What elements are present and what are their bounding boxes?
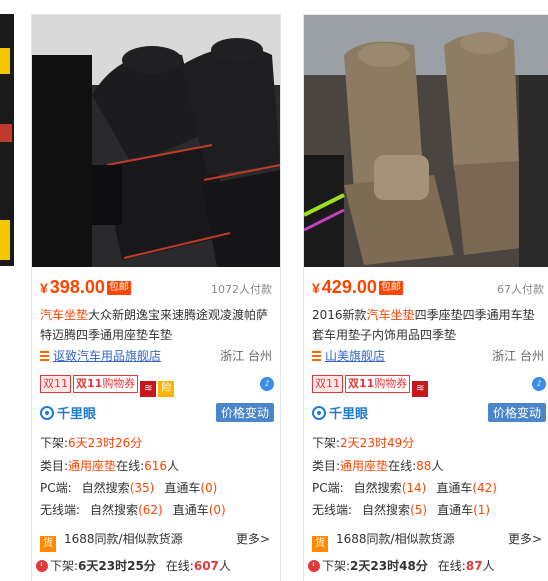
pc-traffic-row: PC端: 自然搜索(14) 直通车(42) [312, 481, 497, 495]
clock-icon [308, 560, 320, 572]
clock-icon [36, 560, 48, 572]
tmall-icon[interactable]: ≋ [140, 381, 157, 397]
info-icon[interactable]: ♪ [260, 377, 274, 391]
free-shipping-badge: 包邮 [378, 281, 403, 295]
insurance-icon[interactable]: 险 [158, 381, 175, 397]
price: ¥398.00 [40, 277, 105, 297]
bottom-status-row: 下架:6天23时25分 在线:607人 [36, 557, 274, 577]
category-row: 类目:通用座垫在线:88人 [312, 459, 444, 473]
badge-row: 双11 双11购物券 ≋ 险 ♪ [40, 375, 274, 397]
similar-source-row: 货 1688同款/相似款货源 更多> [40, 530, 274, 552]
more-link[interactable]: 更多> [508, 530, 542, 547]
similar-source-link[interactable]: 1688同款/相似款货源 [64, 532, 183, 546]
coupon-badge[interactable]: 双11购物券 [73, 375, 139, 393]
category-link[interactable]: 通用座垫 [340, 459, 388, 473]
double11-badge[interactable]: 双11 [40, 375, 71, 393]
pc-traffic-row: PC端: 自然搜索(35) 直通车(0) [40, 481, 218, 495]
qianliyan-label[interactable]: 千里眼 [329, 407, 368, 422]
category-row: 类目:通用座垫在线:616人 [40, 459, 180, 473]
shop-icon [312, 351, 321, 361]
eye-icon [40, 406, 54, 420]
product-image[interactable] [32, 15, 280, 267]
price: ¥429.00 [312, 277, 377, 297]
paid-count: 1072人付款 [211, 283, 272, 296]
category-link[interactable]: 通用座垫 [68, 459, 116, 473]
tmall-icon[interactable]: ≋ [412, 381, 429, 397]
qianliyan-label[interactable]: 千里眼 [57, 407, 96, 422]
shop-row: 讴致汽车用品旗舰店 浙江 台州 [40, 347, 274, 365]
shop-name-link[interactable]: 讴致汽车用品旗舰店 [53, 349, 161, 363]
mobile-traffic-row: 无线端: 自然搜索(5) 直通车(1) [312, 503, 491, 517]
info-icon[interactable]: ♪ [532, 377, 546, 391]
product-card: ¥398.00 包邮 1072人付款 汽车坐垫大众新朗逸宝来速腾途观凌渡帕萨特迈腾… [31, 14, 281, 581]
product-card: ¥429.00 包邮 67人付款 2016新款汽车坐垫四季座垫四季通用车垫套车用垫… [303, 14, 548, 581]
shop-name-link[interactable]: 山美旗舰店 [325, 349, 385, 363]
location: 浙江 台州 [220, 349, 272, 363]
qianliyan-row: 千里眼 价格变动 [312, 403, 546, 425]
goods-icon: 货 [312, 536, 328, 552]
product-title-link[interactable]: 2016新款汽车坐垫四季座垫四季通用车垫套车用垫子内饰用品四季垫 [312, 305, 546, 345]
badge-row: 双11 双11购物券 ≋ ♪ [312, 375, 546, 397]
price-row: ¥398.00 包邮 1072人付款 [40, 277, 274, 301]
more-link[interactable]: 更多> [236, 530, 270, 547]
similar-source-row: 货 1688同款/相似款货源 更多> [312, 530, 546, 552]
edge-decoration [0, 48, 10, 74]
product-title-link[interactable]: 汽车坐垫大众新朗逸宝来速腾途观凌渡帕萨特迈腾四季通用座垫车垫 [40, 305, 274, 345]
similar-source-link[interactable]: 1688同款/相似款货源 [336, 532, 455, 546]
bottom-status-row: 下架:2天23时48分 在线:87人 [308, 557, 546, 577]
double11-badge[interactable]: 双11 [312, 375, 343, 393]
edge-decoration [0, 220, 10, 260]
price-row: ¥429.00 包邮 67人付款 [312, 277, 546, 301]
location: 浙江 台州 [492, 349, 544, 363]
price-change-button[interactable]: 价格变动 [215, 403, 274, 422]
product-image[interactable] [304, 15, 548, 267]
delist-row: 下架:6天23时26分 [40, 436, 143, 450]
shop-icon [40, 351, 49, 361]
eye-icon [312, 406, 326, 420]
price-change-button[interactable]: 价格变动 [487, 403, 546, 422]
qianliyan-row: 千里眼 价格变动 [40, 403, 274, 425]
shop-row: 山美旗舰店 浙江 台州 [312, 347, 546, 365]
previous-product-image-edge[interactable] [0, 14, 14, 266]
coupon-badge[interactable]: 双11购物券 [345, 375, 411, 393]
goods-icon: 货 [40, 536, 56, 552]
free-shipping-badge: 包邮 [106, 281, 131, 295]
delist-row: 下架:2天23时49分 [312, 436, 415, 450]
edge-decoration [0, 124, 12, 142]
mobile-traffic-row: 无线端: 自然搜索(62) 直通车(0) [40, 503, 226, 517]
paid-count: 67人付款 [497, 283, 544, 296]
